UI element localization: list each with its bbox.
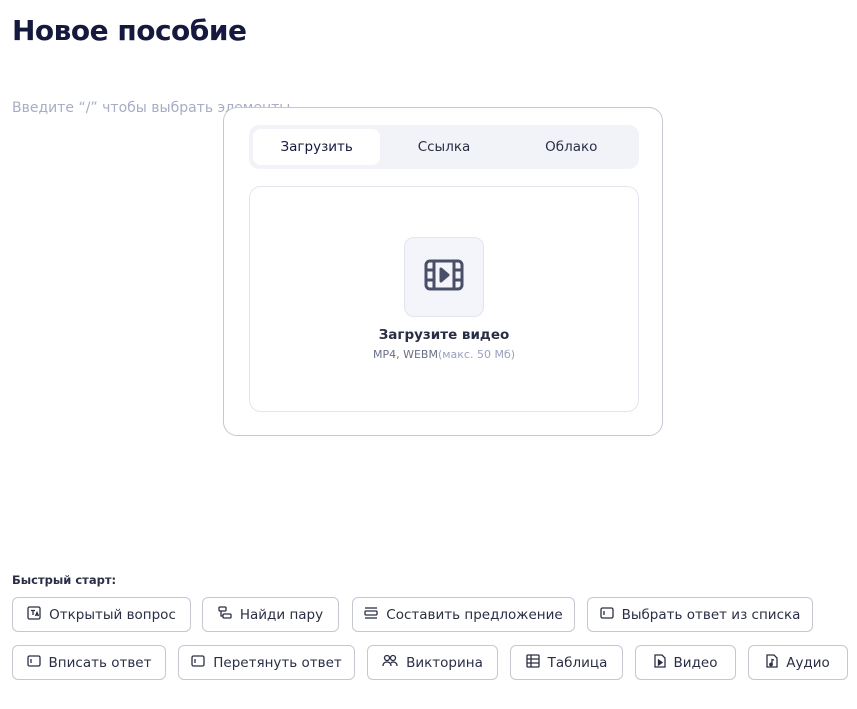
quick-table-button[interactable]: Таблица — [510, 645, 623, 680]
quiz-icon — [382, 654, 398, 672]
quick-compose-sentence-button[interactable]: Составить предложение — [352, 597, 575, 632]
video-file-icon — [653, 653, 666, 672]
chip-label: Открытый вопрос — [49, 606, 176, 623]
size-limit-text: (макс. 50 Мб) — [437, 348, 516, 361]
table-icon — [525, 653, 540, 672]
audio-file-icon — [766, 653, 778, 672]
quick-input-answer-button[interactable]: Вписать ответ — [12, 645, 166, 680]
input-answer-icon — [26, 654, 41, 672]
film-play-icon — [424, 259, 464, 295]
quick-drag-answer-button[interactable]: Перетянуть ответ — [178, 645, 355, 680]
select-list-icon — [599, 606, 614, 624]
quick-audio-button[interactable]: Аудио — [748, 645, 848, 680]
tab-link[interactable]: Ссылка — [380, 129, 507, 165]
chip-label: Викторина — [406, 654, 483, 671]
quick-quiz-button[interactable]: Викторина — [367, 645, 498, 680]
open-question-icon — [27, 605, 41, 624]
tab-upload[interactable]: Загрузить — [253, 129, 381, 165]
chip-label: Видео — [673, 654, 718, 671]
video-dropzone[interactable]: Загрузите видео MP4, WEBM(макс. 50 Мб) — [249, 186, 639, 412]
video-upload-modal: Загрузить Ссылка Облако Загрузите видео … — [223, 107, 663, 436]
upload-tabs: Загрузить Ссылка Облако — [249, 125, 639, 169]
find-pair-icon — [218, 605, 232, 624]
dropzone-title: Загрузите видео — [378, 327, 510, 343]
page-title: Новое пособие — [12, 14, 247, 47]
formats-text: MP4, WEBM — [372, 348, 438, 361]
drag-answer-icon — [191, 654, 205, 672]
chip-label: Перетянуть ответ — [213, 654, 342, 671]
quick-open-question-button[interactable]: Открытый вопрос — [12, 597, 191, 632]
quick-select-list-button[interactable]: Выбрать ответ из списка — [587, 597, 813, 632]
chip-label: Вписать ответ — [48, 654, 152, 671]
dropzone-formats: MP4, WEBM(макс. 50 Мб) — [373, 348, 515, 361]
chip-label: Составить предложение — [386, 606, 563, 623]
upload-video-button[interactable] — [404, 237, 484, 317]
compose-sentence-icon — [364, 606, 378, 624]
tab-cloud[interactable]: Облако — [508, 129, 635, 165]
chip-label: Найди пару — [239, 606, 324, 623]
quick-find-pair-button[interactable]: Найди пару — [202, 597, 339, 632]
chip-label: Аудио — [786, 654, 830, 671]
quick-video-button[interactable]: Видео — [635, 645, 736, 680]
quick-start-label: Быстрый старт: — [12, 573, 117, 587]
chip-label: Выбрать ответ из списка — [621, 606, 801, 623]
chip-label: Таблица — [547, 654, 608, 671]
